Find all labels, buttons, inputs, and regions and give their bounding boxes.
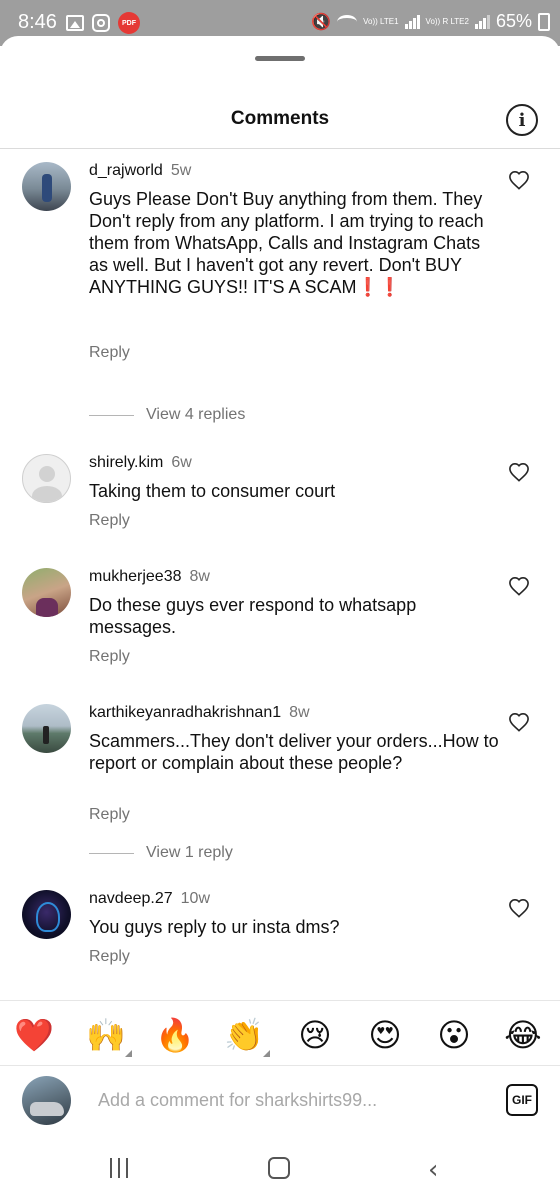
view-replies-label: View 4 replies (146, 406, 246, 423)
comment-text: Scammers...They don't deliver your order… (89, 731, 499, 773)
home-icon[interactable] (268, 1157, 290, 1179)
avatar[interactable] (22, 568, 71, 617)
gallery-icon (66, 15, 84, 31)
skin-tone-indicator (125, 1050, 132, 1057)
comment-item: d_rajworld 5w Guys Please Don't Buy anyth… (0, 162, 560, 392)
comment-body: Guys Please Don't Buy anything from them… (89, 189, 484, 297)
comment-text: You guys reply to ur insta dms? (89, 917, 340, 937)
mute-icon: 🔇 (311, 13, 332, 31)
view-replies-label: View 1 reply (146, 844, 233, 861)
comment-text: Do these guys ever respond to whatsapp m… (89, 595, 417, 637)
clapping-emoji-button[interactable]: 👏 (224, 1015, 270, 1057)
wifi-icon (337, 14, 358, 29)
info-icon: i (518, 109, 526, 131)
comment-header: karthikeyanradhakrishnan1 8w (89, 704, 310, 722)
emoji-bar: ❤️ 🙌 🔥 👏 😢 😍 😮 😂 (0, 1000, 560, 1066)
status-time: 8:46 (18, 11, 57, 33)
comment-time: 10w (180, 890, 210, 907)
pdf-icon: PDF (118, 12, 140, 34)
comment-time: 5w (170, 162, 192, 179)
heart-icon[interactable] (508, 898, 530, 918)
comment-input[interactable] (98, 1090, 478, 1111)
comment-item: navdeep.27 10w You guys reply to ur insta… (0, 890, 560, 980)
instagram-icon (92, 14, 110, 32)
replies-line (89, 414, 134, 416)
heart-icon[interactable] (508, 170, 530, 190)
surprised-emoji-button[interactable]: 😮 (434, 1015, 474, 1055)
comment-header: mukherjee38 8w (89, 568, 210, 586)
signal-icon-2 (474, 14, 490, 29)
clapping-emoji: 👏 (224, 1016, 264, 1054)
comment-header: navdeep.27 10w (89, 890, 210, 908)
exclamation-emoji: ❗❗ (356, 277, 402, 297)
comment-header: d_rajworld 5w (89, 162, 191, 180)
comment-time: 6w (171, 454, 192, 471)
view-replies-button[interactable]: View 4 replies (89, 406, 245, 424)
comments-list[interactable]: d_rajworld 5w Guys Please Don't Buy anyth… (0, 150, 560, 998)
avatar[interactable] (22, 454, 71, 503)
avatar[interactable] (22, 890, 71, 939)
comment-text: Taking them to consumer court (89, 481, 336, 501)
battery-icon (538, 12, 550, 31)
comment-time: 8w (289, 704, 310, 721)
comment-time: 8w (189, 568, 210, 585)
system-nav-bar: ‹ (0, 1138, 560, 1200)
comment-username[interactable]: shirely.kim (89, 454, 163, 471)
avatar[interactable] (22, 162, 71, 211)
comment-item: shirely.kim 6w Taking them to consumer co… (0, 454, 560, 544)
gif-button[interactable]: GIF (506, 1084, 538, 1116)
reply-button[interactable]: Reply (89, 948, 130, 966)
comment-item: karthikeyanradhakrishnan1 8w Scammers...T… (0, 704, 560, 834)
signal-icon (404, 14, 420, 29)
page-title: Comments (230, 108, 330, 129)
heart-icon[interactable] (508, 576, 530, 596)
comment-header: shirely.kim 6w (89, 454, 192, 472)
heart-eyes-emoji-button[interactable]: 😍 (365, 1015, 405, 1055)
reply-button[interactable]: Reply (89, 344, 130, 362)
comment-username[interactable]: navdeep.27 (89, 890, 173, 907)
header-divider (0, 148, 560, 149)
raising-hands-emoji-button[interactable]: 🙌 (86, 1015, 132, 1057)
comment-item: mukherjee38 8w Do these guys ever respond… (0, 568, 560, 668)
reply-button[interactable]: Reply (89, 648, 130, 666)
skin-tone-indicator (263, 1050, 270, 1057)
battery-percent: 65% (495, 11, 532, 31)
heart-icon[interactable] (508, 712, 530, 732)
reply-button[interactable]: Reply (89, 512, 130, 530)
reply-button[interactable]: Reply (89, 806, 130, 824)
drag-handle[interactable] (255, 56, 305, 61)
raising-hands-emoji: 🙌 (86, 1016, 126, 1054)
comment-username[interactable]: karthikeyanradhakrishnan1 (89, 704, 281, 721)
comment-username[interactable]: d_rajworld (89, 162, 163, 179)
lte1-label: Vo)) LTE1 (363, 17, 399, 26)
comment-username[interactable]: mukherjee38 (89, 568, 182, 585)
fire-emoji-button[interactable]: 🔥 (155, 1015, 195, 1055)
user-avatar[interactable] (22, 1076, 71, 1125)
info-button[interactable]: i (506, 104, 538, 136)
recents-icon[interactable] (110, 1158, 128, 1178)
heart-icon[interactable] (508, 462, 530, 482)
lte2-label: Vo)) R LTE2 (425, 17, 469, 26)
laughing-emoji-button[interactable]: 😂 (503, 1015, 543, 1055)
avatar[interactable] (22, 704, 71, 753)
comment-composer: GIF (0, 1066, 560, 1138)
heart-emoji-button[interactable]: ❤️ (14, 1015, 54, 1055)
gif-label: GIF (512, 1093, 532, 1107)
view-replies-button[interactable]: View 1 reply (89, 844, 233, 862)
comment-text: Guys Please Don't Buy anything from them… (89, 188, 499, 298)
replies-line (89, 852, 134, 854)
back-icon[interactable]: ‹ (428, 1155, 438, 1185)
crying-emoji-button[interactable]: 😢 (295, 1015, 335, 1055)
